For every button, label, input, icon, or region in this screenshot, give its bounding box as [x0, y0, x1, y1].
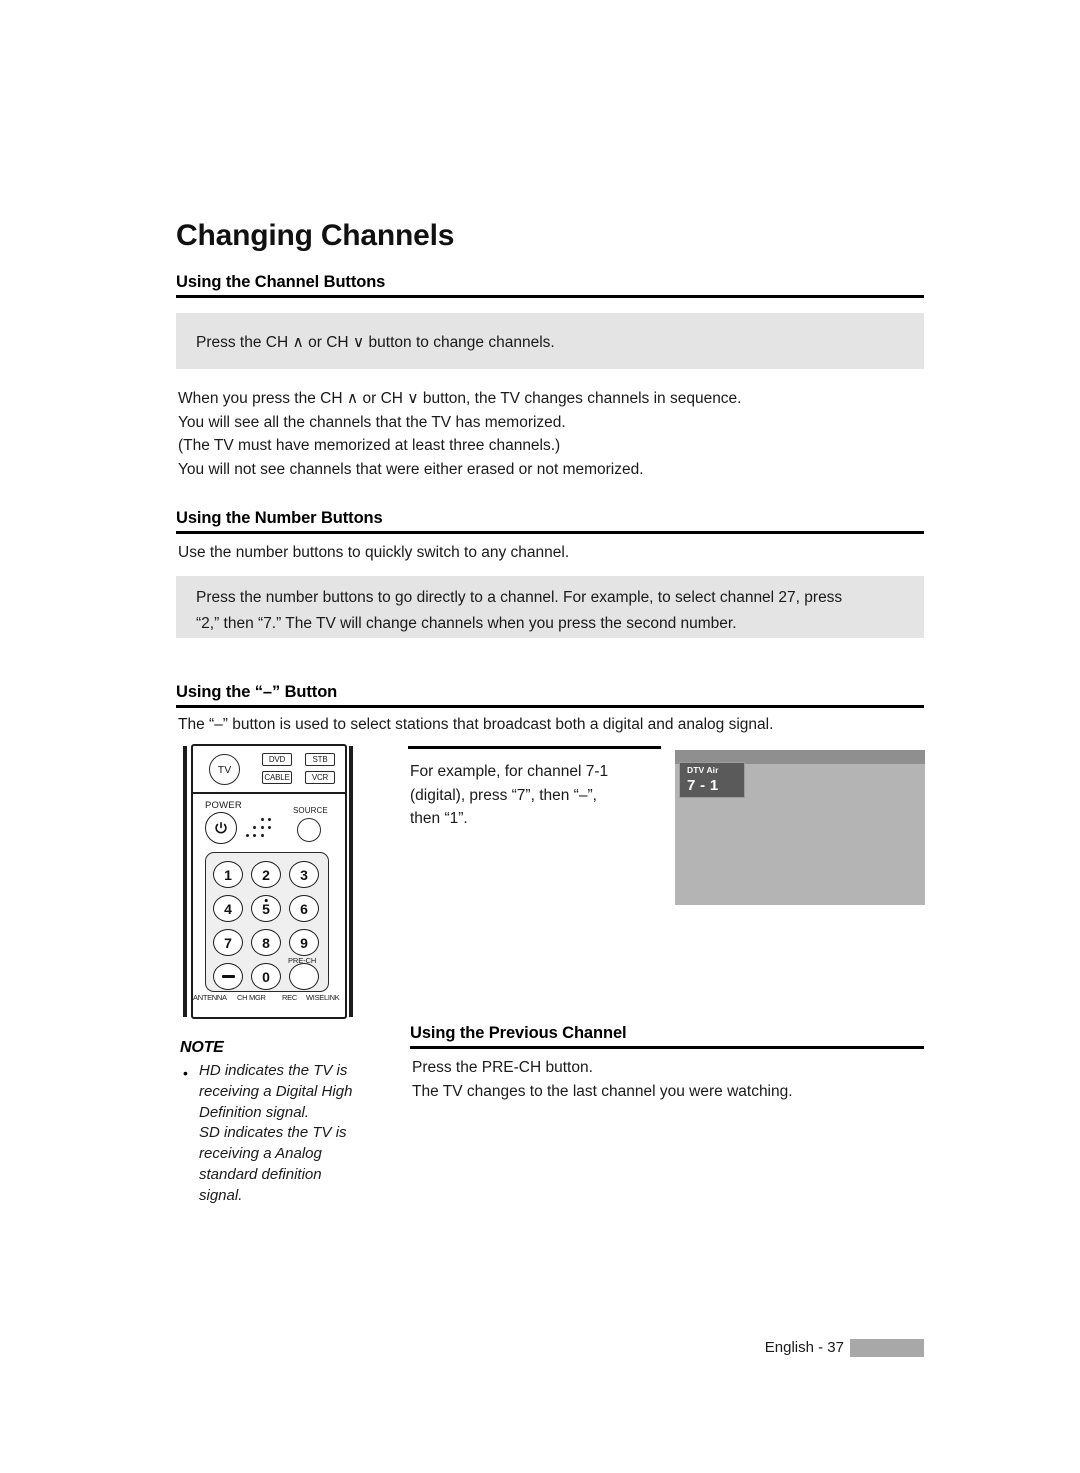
page-title: Changing Channels	[176, 219, 455, 252]
section-heading-channel-buttons: Using the Channel Buttons	[176, 273, 386, 291]
remote-button-dvd[interactable]: DVD	[262, 753, 292, 766]
remote-button-cable[interactable]: CABLE	[262, 771, 292, 784]
remote-divider-line	[191, 792, 347, 794]
remote-button-power[interactable]	[205, 812, 237, 844]
remote-key-2[interactable]: 2	[251, 861, 281, 888]
body-previous-channel: Press the PRE-CH button. The TV changes …	[412, 1059, 793, 1100]
remote-label-antenna: ANTENNA	[193, 993, 227, 1002]
remote-label-wiselink: WISELINK	[306, 993, 340, 1002]
remote-key-5-tactile-dot	[264, 899, 268, 902]
body-channel-buttons: When you press the CH ∧ or CH ∨ button, …	[178, 390, 742, 478]
remote-button-tv[interactable]: TV	[209, 754, 240, 785]
body-number-buttons-intro: Use the number buttons to quickly switch…	[178, 544, 570, 561]
remote-label-ch-mgr: CH MGR	[237, 993, 266, 1002]
remote-key-7-label: 7	[224, 934, 232, 951]
remote-key-prech[interactable]	[289, 963, 319, 990]
osd-source-label: DTV Air	[687, 765, 719, 775]
example-column-rule	[408, 746, 661, 749]
remote-right-edge	[349, 746, 353, 1017]
remote-key-3[interactable]: 3	[289, 861, 319, 888]
remote-bottom-labels: ANTENNA CH MGR REC WISELINK	[193, 993, 345, 1005]
remote-power-label: POWER	[205, 800, 242, 811]
section-rule-channel-buttons	[176, 295, 924, 298]
osd-channel-badge: DTV Air 7 - 1	[679, 762, 745, 798]
section-heading-number-buttons: Using the Number Buttons	[176, 509, 383, 527]
section-heading-previous-channel: Using the Previous Channel	[410, 1024, 627, 1042]
manual-page: Changing Channels Using the Channel Butt…	[0, 0, 1080, 1473]
remote-button-tv-label: TV	[217, 763, 232, 776]
remote-button-vcr-label: VCR	[311, 773, 329, 782]
remote-key-8-label: 8	[262, 934, 270, 951]
remote-left-edge	[183, 746, 187, 1017]
remote-button-vcr[interactable]: VCR	[305, 771, 335, 784]
remote-label-rec: REC	[282, 993, 297, 1002]
remote-key-9[interactable]: 9	[289, 929, 319, 956]
note-bullet: •	[183, 1065, 188, 1081]
callout-channel-buttons-text: Press the CH ∧ or CH ∨ button to change …	[196, 334, 555, 351]
remote-key-2-label: 2	[262, 866, 270, 883]
section-rule-previous-channel	[410, 1046, 924, 1049]
remote-button-stb-label: STB	[312, 755, 328, 764]
footer-page-label: English - 37	[764, 1339, 844, 1356]
remote-button-source[interactable]	[297, 818, 321, 842]
tv-screen-illustration: DTV Air 7 - 1	[675, 750, 925, 905]
remote-key-6-label: 6	[300, 900, 308, 917]
remote-key-8[interactable]: 8	[251, 929, 281, 956]
remote-key-6[interactable]: 6	[289, 895, 319, 922]
remote-key-9-label: 9	[300, 934, 308, 951]
dash-icon	[221, 975, 235, 978]
remote-control-illustration: TV DVD STB CABLE VCR POWER SOURCE 1 2 3 …	[183, 744, 355, 1026]
remote-key-5-label: 5	[262, 900, 270, 917]
remote-button-stb[interactable]: STB	[305, 753, 335, 766]
remote-key-1[interactable]: 1	[213, 861, 243, 888]
remote-key-dash[interactable]	[213, 963, 243, 990]
example-dash-button-text: For example, for channel 7-1 (digital), …	[410, 763, 609, 827]
note-label: NOTE	[180, 1039, 224, 1056]
body-dash-button-intro: The “–” button is used to select station…	[178, 716, 774, 733]
remote-source-label: SOURCE	[293, 806, 328, 815]
remote-key-0[interactable]: 0	[251, 963, 281, 990]
remote-button-dvd-label: DVD	[268, 755, 286, 764]
remote-keypad: 1 2 3 4 5 6 7 8 9 0	[205, 852, 329, 992]
remote-key-4-label: 4	[224, 900, 232, 917]
note-text: HD indicates the TV is receiving a Digit…	[199, 1062, 353, 1204]
remote-key-7[interactable]: 7	[213, 929, 243, 956]
remote-button-cable-label: CABLE	[264, 773, 290, 782]
remote-key-5[interactable]: 5	[251, 895, 281, 922]
remote-key-0-label: 0	[262, 968, 270, 985]
footer-accent-bar	[850, 1339, 924, 1357]
remote-prech-label: PRE-CH	[288, 956, 317, 965]
section-rule-dash-button	[176, 705, 924, 708]
callout-number-buttons-text: Press the number buttons to go directly …	[196, 589, 843, 632]
remote-dot-pattern	[243, 818, 271, 840]
section-rule-number-buttons	[176, 531, 924, 534]
power-icon	[215, 822, 227, 834]
section-heading-dash-button: Using the “–” Button	[176, 683, 338, 701]
remote-key-4[interactable]: 4	[213, 895, 243, 922]
remote-key-1-label: 1	[224, 866, 232, 883]
osd-channel-number: 7 - 1	[687, 777, 719, 794]
remote-key-3-label: 3	[300, 866, 308, 883]
